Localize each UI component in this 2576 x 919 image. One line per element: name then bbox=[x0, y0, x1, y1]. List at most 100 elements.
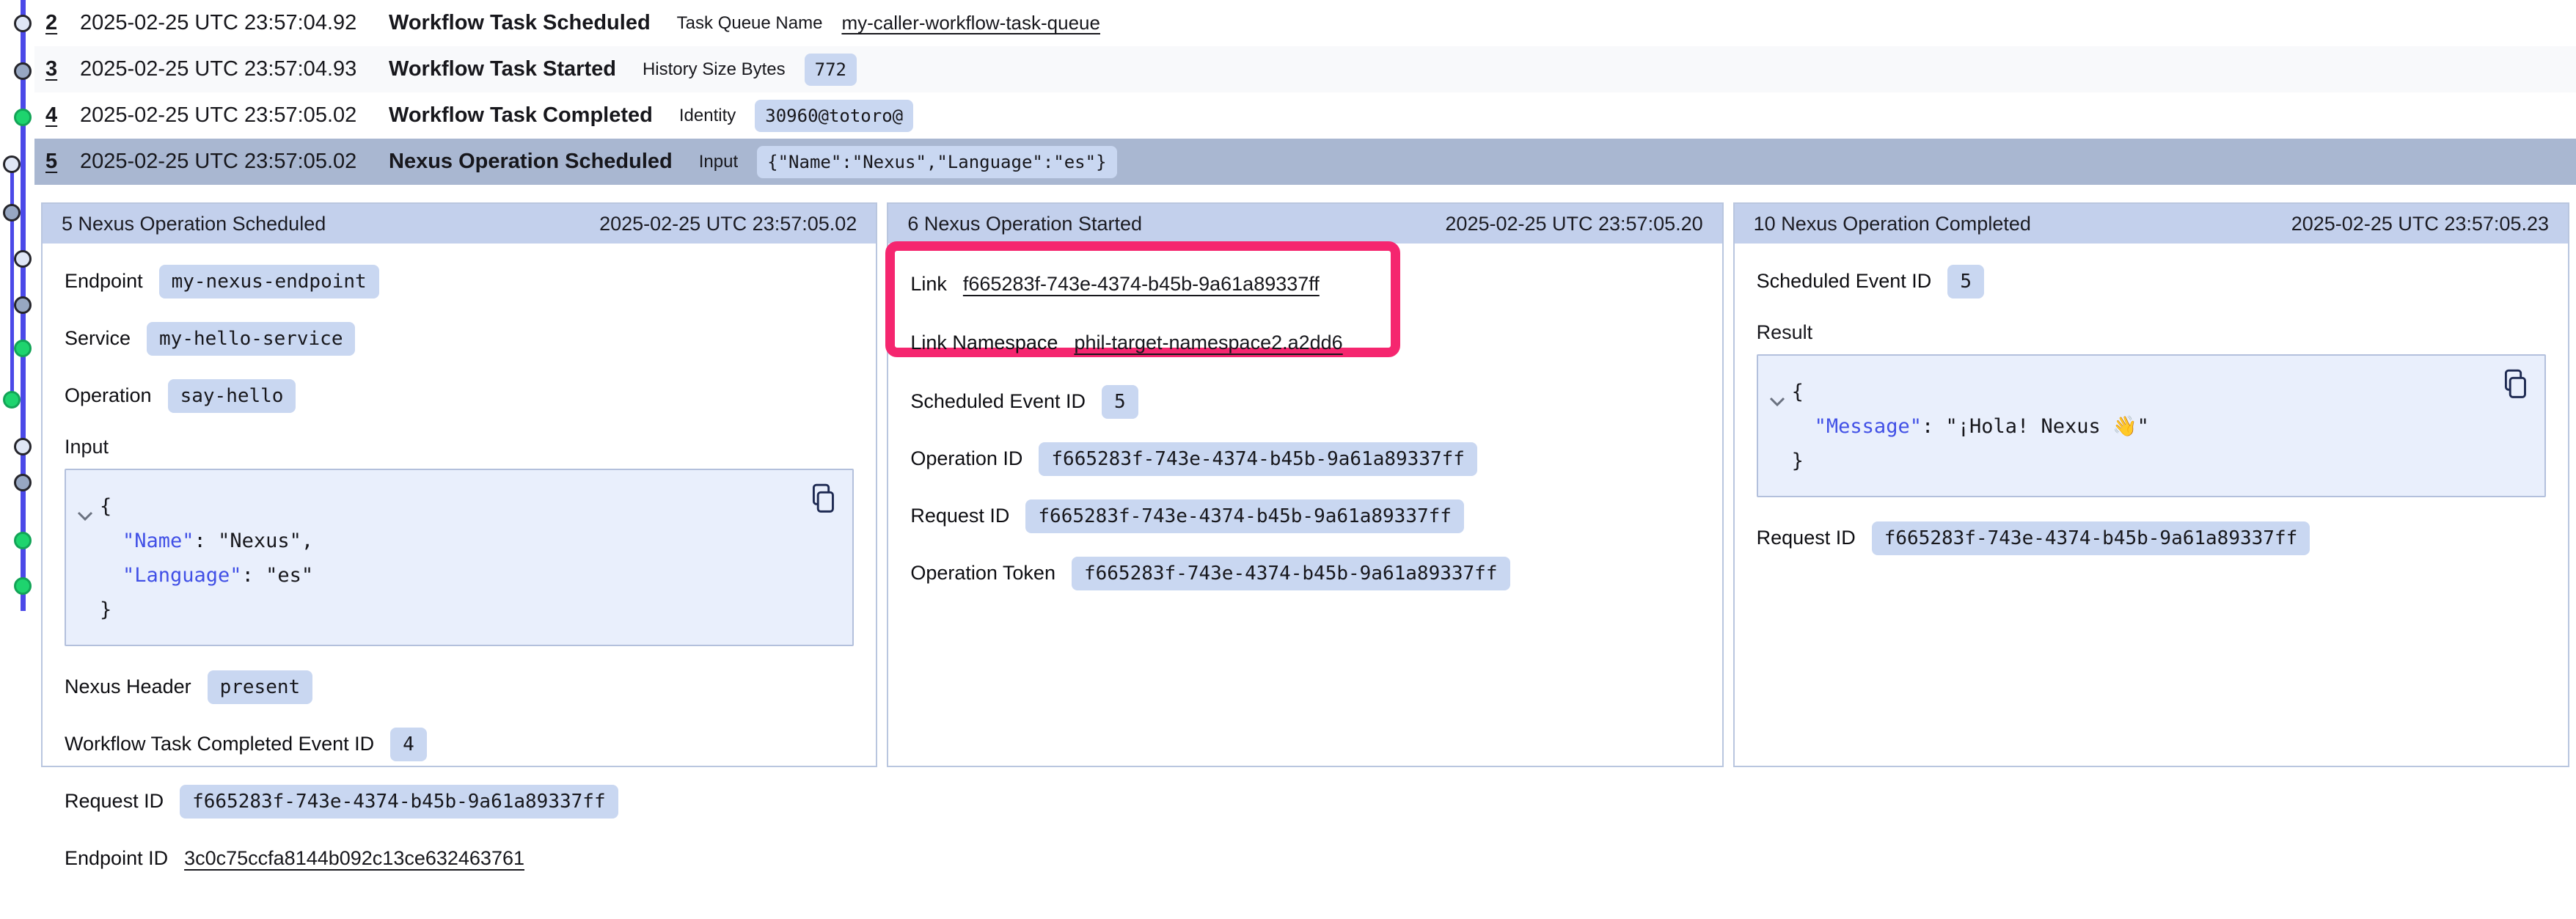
event-marker bbox=[3, 155, 21, 173]
event-marker bbox=[14, 15, 32, 32]
event-marker bbox=[14, 577, 32, 595]
panel-title: 6 Nexus Operation Started bbox=[907, 213, 1142, 235]
collapse-chevron-icon[interactable] bbox=[77, 498, 93, 532]
panel-title: 5 Nexus Operation Scheduled bbox=[62, 213, 326, 235]
link-namespace-label: Link Namespace bbox=[910, 332, 1058, 354]
operation-id-label: Operation ID bbox=[910, 447, 1022, 470]
service-label: Service bbox=[65, 327, 131, 350]
endpoint-id-label: Endpoint ID bbox=[65, 847, 168, 870]
event-detail-panels: 5 Nexus Operation Scheduled 2025-02-25 U… bbox=[41, 202, 2569, 767]
event-marker bbox=[14, 474, 32, 491]
scheduled-event-id-badge: 5 bbox=[1102, 385, 1138, 419]
event-id-link[interactable]: 3 bbox=[45, 57, 80, 81]
operation-token-label: Operation Token bbox=[910, 562, 1055, 585]
event-timestamp: 2025-02-25 UTC 23:57:05.02 bbox=[80, 150, 389, 174]
endpoint-badge: my-nexus-endpoint bbox=[159, 265, 379, 299]
link-fields-group: Link f665283f-743e-4374-b45b-9a61a89337f… bbox=[910, 264, 1699, 360]
operation-id-badge: f665283f-743e-4374-b45b-9a61a89337ff bbox=[1039, 442, 1477, 476]
event-detail-value-badge: 772 bbox=[805, 54, 857, 86]
endpoint-label: Endpoint bbox=[65, 270, 143, 293]
panel-timestamp: 2025-02-25 UTC 23:57:05.02 bbox=[599, 213, 857, 235]
event-row-4[interactable]: 4 2025-02-25 UTC 23:57:05.02 Workflow Ta… bbox=[34, 92, 2576, 139]
task-queue-link[interactable]: my-caller-workflow-task-queue bbox=[841, 12, 1100, 34]
event-row-2[interactable]: 2 2025-02-25 UTC 23:57:04.92 Workflow Ta… bbox=[34, 0, 2576, 46]
link-label: Link bbox=[910, 273, 947, 296]
copy-icon[interactable] bbox=[808, 483, 836, 514]
event-row-5-selected[interactable]: 5 2025-02-25 UTC 23:57:05.02 Nexus Opera… bbox=[34, 139, 2576, 185]
request-id-label: Request ID bbox=[910, 505, 1009, 527]
wtce-id-badge: 4 bbox=[390, 728, 427, 761]
service-badge: my-hello-service bbox=[147, 322, 355, 356]
scheduled-event-id-label: Scheduled Event ID bbox=[910, 390, 1086, 413]
json-line: "Language": "es" bbox=[100, 558, 830, 593]
operation-badge: say-hello bbox=[168, 379, 296, 413]
panel-header: 6 Nexus Operation Started 2025-02-25 UTC… bbox=[888, 204, 1721, 244]
event-marker bbox=[3, 204, 21, 221]
json-close-brace: } bbox=[100, 593, 830, 627]
timeline-branch-line bbox=[10, 164, 14, 400]
event-marker bbox=[14, 296, 32, 314]
request-id-label: Request ID bbox=[65, 790, 164, 813]
operation-label: Operation bbox=[65, 384, 152, 407]
event-title: Nexus Operation Scheduled bbox=[389, 150, 673, 174]
event-id-link[interactable]: 5 bbox=[45, 150, 80, 174]
request-id-label: Request ID bbox=[1757, 527, 1856, 549]
request-id-badge: f665283f-743e-4374-b45b-9a61a89337ff bbox=[180, 785, 618, 819]
endpoint-id-link[interactable]: 3c0c75ccfa8144b092c13ce632463761 bbox=[184, 847, 524, 870]
event-detail-label: Identity bbox=[679, 106, 736, 126]
json-close-brace: } bbox=[1792, 444, 2522, 478]
event-id-link[interactable]: 4 bbox=[45, 103, 80, 128]
scheduled-event-id-badge: 5 bbox=[1947, 265, 1984, 299]
collapse-chevron-icon[interactable] bbox=[1769, 384, 1785, 418]
json-open-brace: { bbox=[1792, 375, 2522, 409]
panel-header: 10 Nexus Operation Completed 2025-02-25 … bbox=[1735, 204, 2568, 244]
panel-body: Scheduled Event ID 5 Result { "Message":… bbox=[1735, 244, 2568, 766]
request-id-badge: f665283f-743e-4374-b45b-9a61a89337ff bbox=[1025, 499, 1464, 533]
panel-body: Endpoint my-nexus-endpoint Service my-he… bbox=[43, 244, 876, 919]
event-history-list: 2 2025-02-25 UTC 23:57:04.92 Workflow Ta… bbox=[34, 0, 2576, 185]
event-row-3[interactable]: 3 2025-02-25 UTC 23:57:04.93 Workflow Ta… bbox=[34, 46, 2576, 92]
panel-nexus-operation-completed: 10 Nexus Operation Completed 2025-02-25 … bbox=[1733, 202, 2569, 767]
event-marker bbox=[14, 250, 32, 268]
copy-icon[interactable] bbox=[2500, 369, 2528, 400]
event-title: Workflow Task Started bbox=[389, 57, 616, 81]
input-code-block: { "Name": "Nexus", "Language": "es" } bbox=[65, 469, 854, 646]
panel-nexus-operation-started: 6 Nexus Operation Started 2025-02-25 UTC… bbox=[887, 202, 1723, 767]
operation-token-badge: f665283f-743e-4374-b45b-9a61a89337ff bbox=[1072, 557, 1510, 590]
panel-title: 10 Nexus Operation Completed bbox=[1754, 213, 2031, 235]
event-marker bbox=[14, 438, 32, 455]
json-open-brace: { bbox=[100, 489, 830, 524]
panel-timestamp: 2025-02-25 UTC 23:57:05.23 bbox=[2291, 213, 2549, 235]
link-namespace-link[interactable]: phil-target-namespace2.a2dd6 bbox=[1074, 332, 1342, 354]
result-code-block: { "Message": "¡Hola! Nexus 👋" } bbox=[1757, 354, 2546, 497]
event-marker bbox=[14, 532, 32, 549]
event-detail-value-badge: {"Name":"Nexus","Language":"es"} bbox=[757, 146, 1116, 178]
event-marker bbox=[14, 340, 32, 357]
link-value-link[interactable]: f665283f-743e-4374-b45b-9a61a89337ff bbox=[963, 273, 1320, 296]
json-line: "Name": "Nexus", bbox=[100, 524, 830, 558]
panel-nexus-operation-scheduled: 5 Nexus Operation Scheduled 2025-02-25 U… bbox=[41, 202, 877, 767]
event-detail-label: Input bbox=[699, 152, 738, 172]
event-title: Workflow Task Completed bbox=[389, 103, 653, 128]
wtce-id-label: Workflow Task Completed Event ID bbox=[65, 733, 374, 755]
result-label: Result bbox=[1757, 321, 2546, 344]
event-detail-label: Task Queue Name bbox=[677, 13, 823, 34]
event-marker bbox=[14, 109, 32, 126]
event-title: Workflow Task Scheduled bbox=[389, 11, 651, 35]
panel-header: 5 Nexus Operation Scheduled 2025-02-25 U… bbox=[43, 204, 876, 244]
event-marker bbox=[3, 391, 21, 409]
event-detail-label: History Size Bytes bbox=[643, 59, 786, 80]
event-timestamp: 2025-02-25 UTC 23:57:05.02 bbox=[80, 103, 389, 128]
json-line: "Message": "¡Hola! Nexus 👋" bbox=[1792, 409, 2522, 444]
event-timestamp: 2025-02-25 UTC 23:57:04.93 bbox=[80, 57, 389, 81]
panel-timestamp: 2025-02-25 UTC 23:57:05.20 bbox=[1445, 213, 1702, 235]
request-id-badge: f665283f-743e-4374-b45b-9a61a89337ff bbox=[1872, 521, 2310, 555]
event-timestamp: 2025-02-25 UTC 23:57:04.92 bbox=[80, 11, 389, 35]
input-label: Input bbox=[65, 436, 854, 458]
scheduled-event-id-label: Scheduled Event ID bbox=[1757, 270, 1932, 293]
event-id-link[interactable]: 2 bbox=[45, 11, 80, 35]
event-marker bbox=[14, 62, 32, 80]
event-detail-value-badge: 30960@totoro@ bbox=[755, 100, 913, 132]
nexus-header-badge: present bbox=[208, 670, 313, 704]
panel-body: Link f665283f-743e-4374-b45b-9a61a89337f… bbox=[888, 244, 1721, 766]
